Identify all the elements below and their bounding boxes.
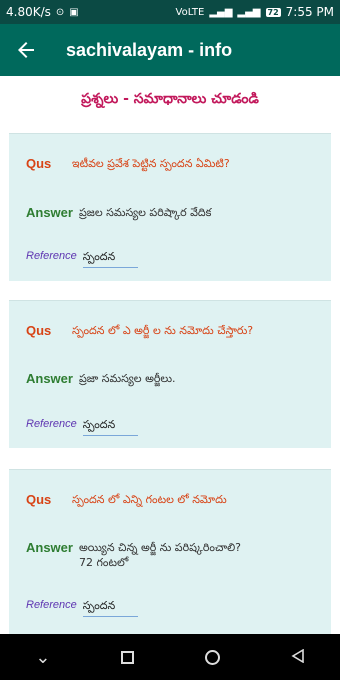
answer-label: Answer [26, 205, 73, 220]
question-row: Qus స్పందన లో ఎ అర్జీ ల ను నమోదు చేస్తార… [26, 323, 253, 339]
status-bar: 4.80K/s ⊙ ▣ VoLTE ▂▄▆ ▂▄▆ 72 7:55 PM [0, 0, 340, 24]
qus-label: Qus [26, 323, 52, 338]
reference-value: స్పందన [82, 418, 138, 436]
reference-value: స్పందన [82, 599, 138, 617]
back-triangle-svg [291, 648, 304, 663]
qa-card: Qus ఇటీవల ప్రవేశ పెట్టిన స్పందన ఏమిటి? A… [9, 133, 331, 281]
question-row: Qus స్పందన లో ఎన్ని గంటల లో నమోదు [26, 492, 227, 508]
section-heading: ప్రశ్నలు - సమాధానాలు చూడండి [81, 91, 259, 107]
qa-card: Qus స్పందన లో ఎన్ని గంటల లో నమోదు Answer… [9, 469, 331, 634]
answer-label: Answer [26, 371, 73, 386]
battery-icon: 72 [265, 7, 281, 17]
qa-card: Qus స్పందన లో ఎ అర్జీ ల ను నమోదు చేస్తార… [9, 300, 331, 448]
reference-label: Reference [26, 599, 77, 611]
signal-icon: ▂▄▆ [209, 6, 233, 18]
qus-label: Qus [26, 492, 52, 507]
app-bar: sachivalayam - info [0, 24, 340, 76]
answer-row: Answer అయ్యిన చిన్న అర్జీ ను పరిష్కరించా… [26, 540, 241, 570]
home-button[interactable] [204, 649, 220, 665]
page-title: sachivalayam - info [66, 39, 233, 60]
answer-label: Answer [26, 540, 73, 555]
question-text: ఇటీవల ప్రవేశ పెట్టిన స్పందన ఏమిటి? [72, 157, 230, 170]
qus-label: Qus [26, 156, 52, 171]
back-arrow-icon[interactable] [0, 24, 52, 76]
image-icon: ▣ [69, 6, 79, 18]
back-triangle-icon[interactable] [291, 648, 305, 667]
answer-text: అయ్యిన చిన్న అర్జీ ను పరిష్కరించాలి? [78, 541, 241, 554]
reference-row: Reference స్పందన [26, 599, 138, 617]
answer-text: ప్రజా సమస్యల అర్జీలు. [78, 372, 176, 385]
signal-icon-2: ▂▄▆ [237, 6, 261, 18]
sync-icon: ⊙ [55, 6, 65, 18]
qa-list[interactable]: ప్రశ్నలు - సమాధానాలు చూడండి Qus ఇటీవల ప్… [0, 76, 340, 634]
reference-value: స్పందన [82, 250, 138, 268]
back-arrow-svg [18, 42, 34, 58]
recents-button[interactable] [121, 650, 135, 664]
reference-label: Reference [26, 250, 77, 262]
reference-label: Reference [26, 418, 77, 430]
question-row: Qus ఇటీవల ప్రవేశ పెట్టిన స్పందన ఏమిటి? [26, 156, 230, 172]
network-speed: 4.80K/s [6, 5, 51, 19]
chevron-down-icon[interactable]: ⌄ [35, 647, 50, 668]
answer-text: ప్రజల సమస్యల పరిష్కార వేదిక [78, 206, 212, 219]
question-text: స్పందన లో ఎన్ని గంటల లో నమోదు [72, 493, 227, 506]
answer-text-block: అయ్యిన చిన్న అర్జీ ను పరిష్కరించాలి? 72 … [79, 540, 241, 570]
reference-row: Reference స్పందన [26, 418, 138, 436]
question-text: స్పందన లో ఎ అర్జీ ల ను నమోదు చేస్తారు? [72, 324, 254, 337]
answer-row: Answer ప్రజల సమస్యల పరిష్కార వేదిక [26, 205, 211, 220]
system-nav-bar: ⌄ [0, 634, 340, 680]
clock: 7:55 PM [285, 5, 334, 19]
answer-text-line2: 72 గంటలో [78, 556, 129, 569]
reference-row: Reference స్పందన [26, 250, 138, 268]
answer-row: Answer ప్రజా సమస్యల అర్జీలు. [26, 371, 176, 386]
volte-icon: VoLTE [175, 6, 205, 18]
